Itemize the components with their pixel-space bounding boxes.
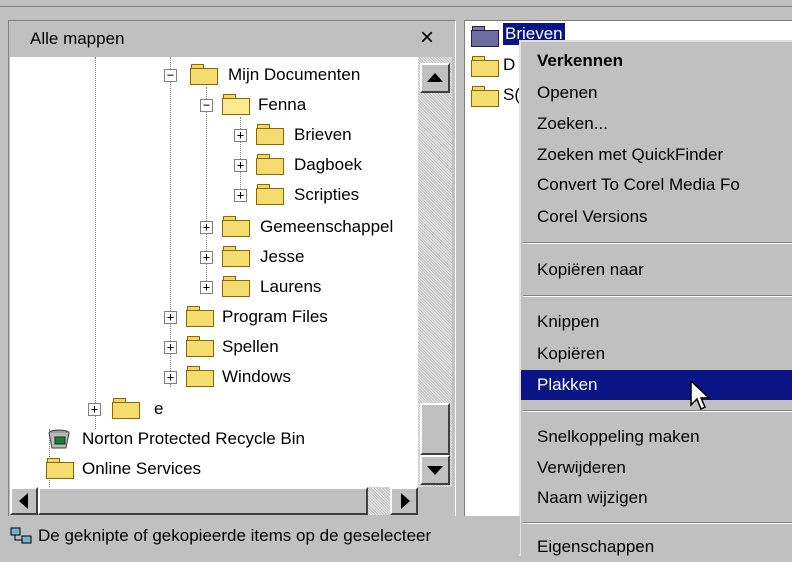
tree-item-label: Scripties: [294, 185, 360, 204]
tree-item-label: Program Files: [222, 307, 328, 326]
close-pane-button[interactable]: ×: [416, 25, 438, 51]
tree-item-label: Dagboek: [294, 155, 363, 174]
expand-icon[interactable]: +: [200, 221, 213, 234]
tree-item-label: Mijn Documenten: [228, 65, 361, 84]
menu-separator: [523, 410, 792, 412]
expand-icon[interactable]: +: [164, 371, 177, 384]
scroll-thumb[interactable]: [420, 403, 450, 455]
status-bar: De geknipte of gekopieerde items op de g…: [0, 516, 520, 554]
menu-item-zoeken-quickfinder[interactable]: Zoeken met QuickFinder: [521, 140, 792, 170]
tree-item-label: Norton Protected Recycle Bin: [82, 429, 305, 448]
hscroll-thumb[interactable]: [38, 487, 368, 515]
folder-icon: [190, 64, 218, 85]
open-folder-icon: [222, 94, 250, 115]
menu-item-eigenschappen[interactable]: Eigenschappen: [521, 532, 792, 562]
folder-icon: [471, 26, 499, 47]
scroll-right-button[interactable]: [390, 487, 418, 515]
collapse-icon[interactable]: −: [200, 99, 213, 112]
folder-icon: [186, 336, 214, 357]
mouse-pointer-icon: [690, 379, 716, 414]
tree-guide-line: [170, 57, 171, 387]
expand-icon[interactable]: +: [164, 341, 177, 354]
expand-icon[interactable]: +: [234, 129, 247, 142]
folder-icon: [112, 398, 140, 419]
folder-icon: [256, 124, 284, 145]
folder-tree: − Mijn Documenten − Fenna + Brieven + Da…: [10, 57, 418, 487]
expand-icon[interactable]: +: [200, 281, 213, 294]
menu-separator: [523, 522, 792, 524]
menu-item-verkennen[interactable]: Verkennen: [521, 46, 792, 76]
menu-item-snelkoppeling-maken[interactable]: Snelkoppeling maken: [521, 422, 792, 452]
folder-pane-title: Alle mappen: [30, 29, 125, 48]
expand-icon[interactable]: +: [234, 189, 247, 202]
menu-item-naam-wijzigen[interactable]: Naam wijzigen: [521, 483, 792, 513]
menu-item-corel-versions[interactable]: Corel Versions: [521, 202, 792, 232]
tree-horizontal-scrollbar[interactable]: [10, 487, 418, 515]
folder-icon: [46, 458, 74, 479]
file-item-label: D: [503, 55, 516, 74]
menu-separator: [523, 295, 792, 297]
status-text: De geknipte of gekopieerde items op de g…: [38, 526, 432, 545]
menu-item-kopieren[interactable]: Kopiëren: [521, 339, 792, 369]
collapse-icon[interactable]: −: [164, 69, 177, 82]
arrow-down-icon: [427, 466, 443, 475]
menu-separator: [523, 242, 792, 244]
folder-icon: [471, 86, 499, 107]
arrow-up-icon: [427, 73, 443, 82]
expand-icon[interactable]: +: [88, 403, 101, 416]
expand-icon[interactable]: +: [234, 159, 247, 172]
network-computer-icon: [10, 527, 32, 545]
scroll-down-button[interactable]: [420, 455, 450, 485]
tree-guide-line: [95, 57, 96, 429]
tree-item-label: Brieven: [294, 125, 352, 144]
tree-item-label: Online Services: [82, 459, 202, 478]
folder-icon: [186, 366, 214, 387]
context-menu: Verkennen Openen Zoeken... Zoeken met Qu…: [519, 40, 792, 556]
tree-item-label: Gemeenschappel: [260, 217, 394, 236]
folder-icon: [222, 216, 250, 237]
scroll-left-button[interactable]: [10, 487, 38, 515]
folder-icon: [256, 154, 284, 175]
tree-item-label: Windows: [222, 367, 291, 386]
tree-item-label: Laurens: [260, 277, 322, 296]
tree-item-label: Fenna: [258, 95, 307, 114]
folder-icon: [222, 276, 250, 297]
top-border: [0, 0, 792, 7]
file-item-label: S(: [503, 85, 520, 104]
expand-icon[interactable]: +: [164, 311, 177, 324]
menu-item-plakken[interactable]: Plakken: [521, 370, 792, 400]
menu-item-verwijderen[interactable]: Verwijderen: [521, 453, 792, 483]
tree-item-label: Jesse: [260, 247, 305, 266]
folder-icon: [186, 306, 214, 327]
folder-icon: [222, 246, 250, 267]
arrow-left-icon: [19, 493, 28, 509]
folder-icon: [471, 56, 499, 77]
tree-vertical-scrollbar[interactable]: [418, 57, 452, 487]
menu-item-zoeken[interactable]: Zoeken...: [521, 109, 792, 139]
scroll-up-button[interactable]: [420, 63, 450, 93]
menu-item-openen[interactable]: Openen: [521, 78, 792, 108]
tree-item-label: Spellen: [222, 337, 279, 356]
tree-item-label: e: [154, 399, 164, 418]
folder-pane-header: Alle mappen ×: [10, 21, 452, 57]
recycle-bin-icon: [46, 427, 72, 451]
menu-item-kopieren-naar[interactable]: Kopiëren naar: [521, 255, 792, 285]
menu-item-convert-corel[interactable]: Convert To Corel Media Fo: [521, 170, 792, 200]
folder-icon: [256, 184, 284, 205]
menu-item-knippen[interactable]: Knippen: [521, 307, 792, 337]
expand-icon[interactable]: +: [200, 251, 213, 264]
arrow-right-icon: [401, 493, 410, 509]
